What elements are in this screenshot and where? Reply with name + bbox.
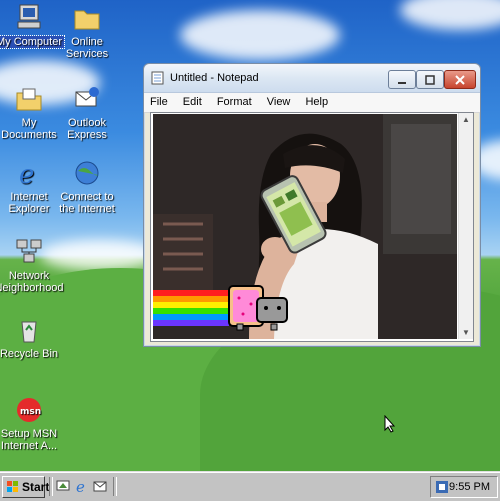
desktop-icon-network[interactable]: Network Neighborhood — [0, 237, 64, 294]
menu-format[interactable]: Format — [211, 93, 258, 112]
photo-illustration — [153, 114, 457, 339]
close-icon — [455, 74, 465, 85]
svg-text:e: e — [19, 160, 34, 188]
menu-edit[interactable]: Edit — [177, 93, 208, 112]
icon-label: Online Services — [65, 36, 109, 60]
documents-folder-icon — [16, 88, 42, 111]
desktop-icon-online-services[interactable]: Online Services — [52, 3, 122, 60]
tray-app-icon[interactable] — [434, 479, 450, 495]
connect-globe-icon — [75, 161, 99, 185]
outlook-express-icon — [75, 87, 99, 107]
clock[interactable]: 9:55 PM — [449, 481, 490, 493]
menu-help[interactable]: Help — [299, 93, 334, 112]
show-desktop-icon[interactable] — [55, 478, 71, 494]
folder-icon — [74, 10, 100, 30]
desktop: My Computer Online Services My Documents… — [0, 0, 500, 472]
start-label: Start — [22, 480, 50, 494]
cloud — [400, 0, 500, 30]
icon-label: Network Neighborhood — [0, 270, 64, 294]
close-button[interactable] — [444, 70, 476, 89]
msn-icon: msn — [17, 398, 41, 422]
scroll-up-icon[interactable]: ▲ — [462, 115, 470, 124]
desktop-icon-outlook-express[interactable]: Outlook Express — [52, 84, 122, 141]
text-area[interactable]: ▲ ▼ — [150, 112, 474, 342]
taskbar-divider — [49, 477, 53, 496]
taskbar: Start e 9:55 PM — [0, 472, 500, 501]
notepad-window[interactable]: Untitled - Notepad File Edit Format View… — [143, 63, 481, 347]
desktop-icon-connect-internet[interactable]: Connect to the Internet — [52, 158, 122, 215]
maximize-button[interactable] — [416, 70, 444, 89]
notepad-icon — [151, 71, 164, 85]
photo-image — [153, 114, 457, 339]
icon-label: Setup MSN Internet A... — [0, 428, 58, 452]
vertical-scrollbar[interactable]: ▲ ▼ — [458, 113, 473, 339]
my-computer-icon — [17, 4, 41, 29]
maximize-icon — [425, 74, 435, 85]
window-title: Untitled - Notepad — [170, 72, 259, 84]
menu-file[interactable]: File — [144, 93, 174, 112]
icon-label: Connect to the Internet — [59, 191, 115, 215]
minimize-icon — [398, 81, 406, 84]
svg-text:msn: msn — [20, 407, 41, 417]
outlook-quick-icon[interactable] — [92, 478, 108, 494]
start-button[interactable]: Start — [2, 476, 49, 498]
network-icon — [16, 239, 42, 263]
mouse-cursor-icon — [384, 415, 396, 433]
recycle-bin-icon — [21, 321, 37, 343]
desktop-icon-setup-msn[interactable]: msn Setup MSN Internet A... — [0, 395, 64, 452]
menu-view[interactable]: View — [261, 93, 297, 112]
system-tray: 9:55 PM — [430, 476, 498, 498]
desktop-icon-recycle-bin[interactable]: Recycle Bin — [0, 315, 64, 360]
menu-bar: File Edit Format View Help — [144, 93, 480, 113]
icon-label: Outlook Express — [67, 117, 107, 141]
internet-explorer-icon: e — [19, 160, 34, 188]
icon-label: Recycle Bin — [0, 348, 59, 360]
minimize-button[interactable] — [388, 70, 416, 89]
cloud — [180, 10, 340, 60]
svg-text:e: e — [76, 478, 85, 494]
internet-explorer-quick-icon[interactable]: e — [74, 478, 90, 494]
title-bar[interactable]: Untitled - Notepad — [144, 64, 480, 93]
scroll-down-icon[interactable]: ▼ — [462, 328, 470, 337]
windows-logo-icon — [7, 481, 18, 492]
taskbar-divider — [113, 477, 117, 496]
